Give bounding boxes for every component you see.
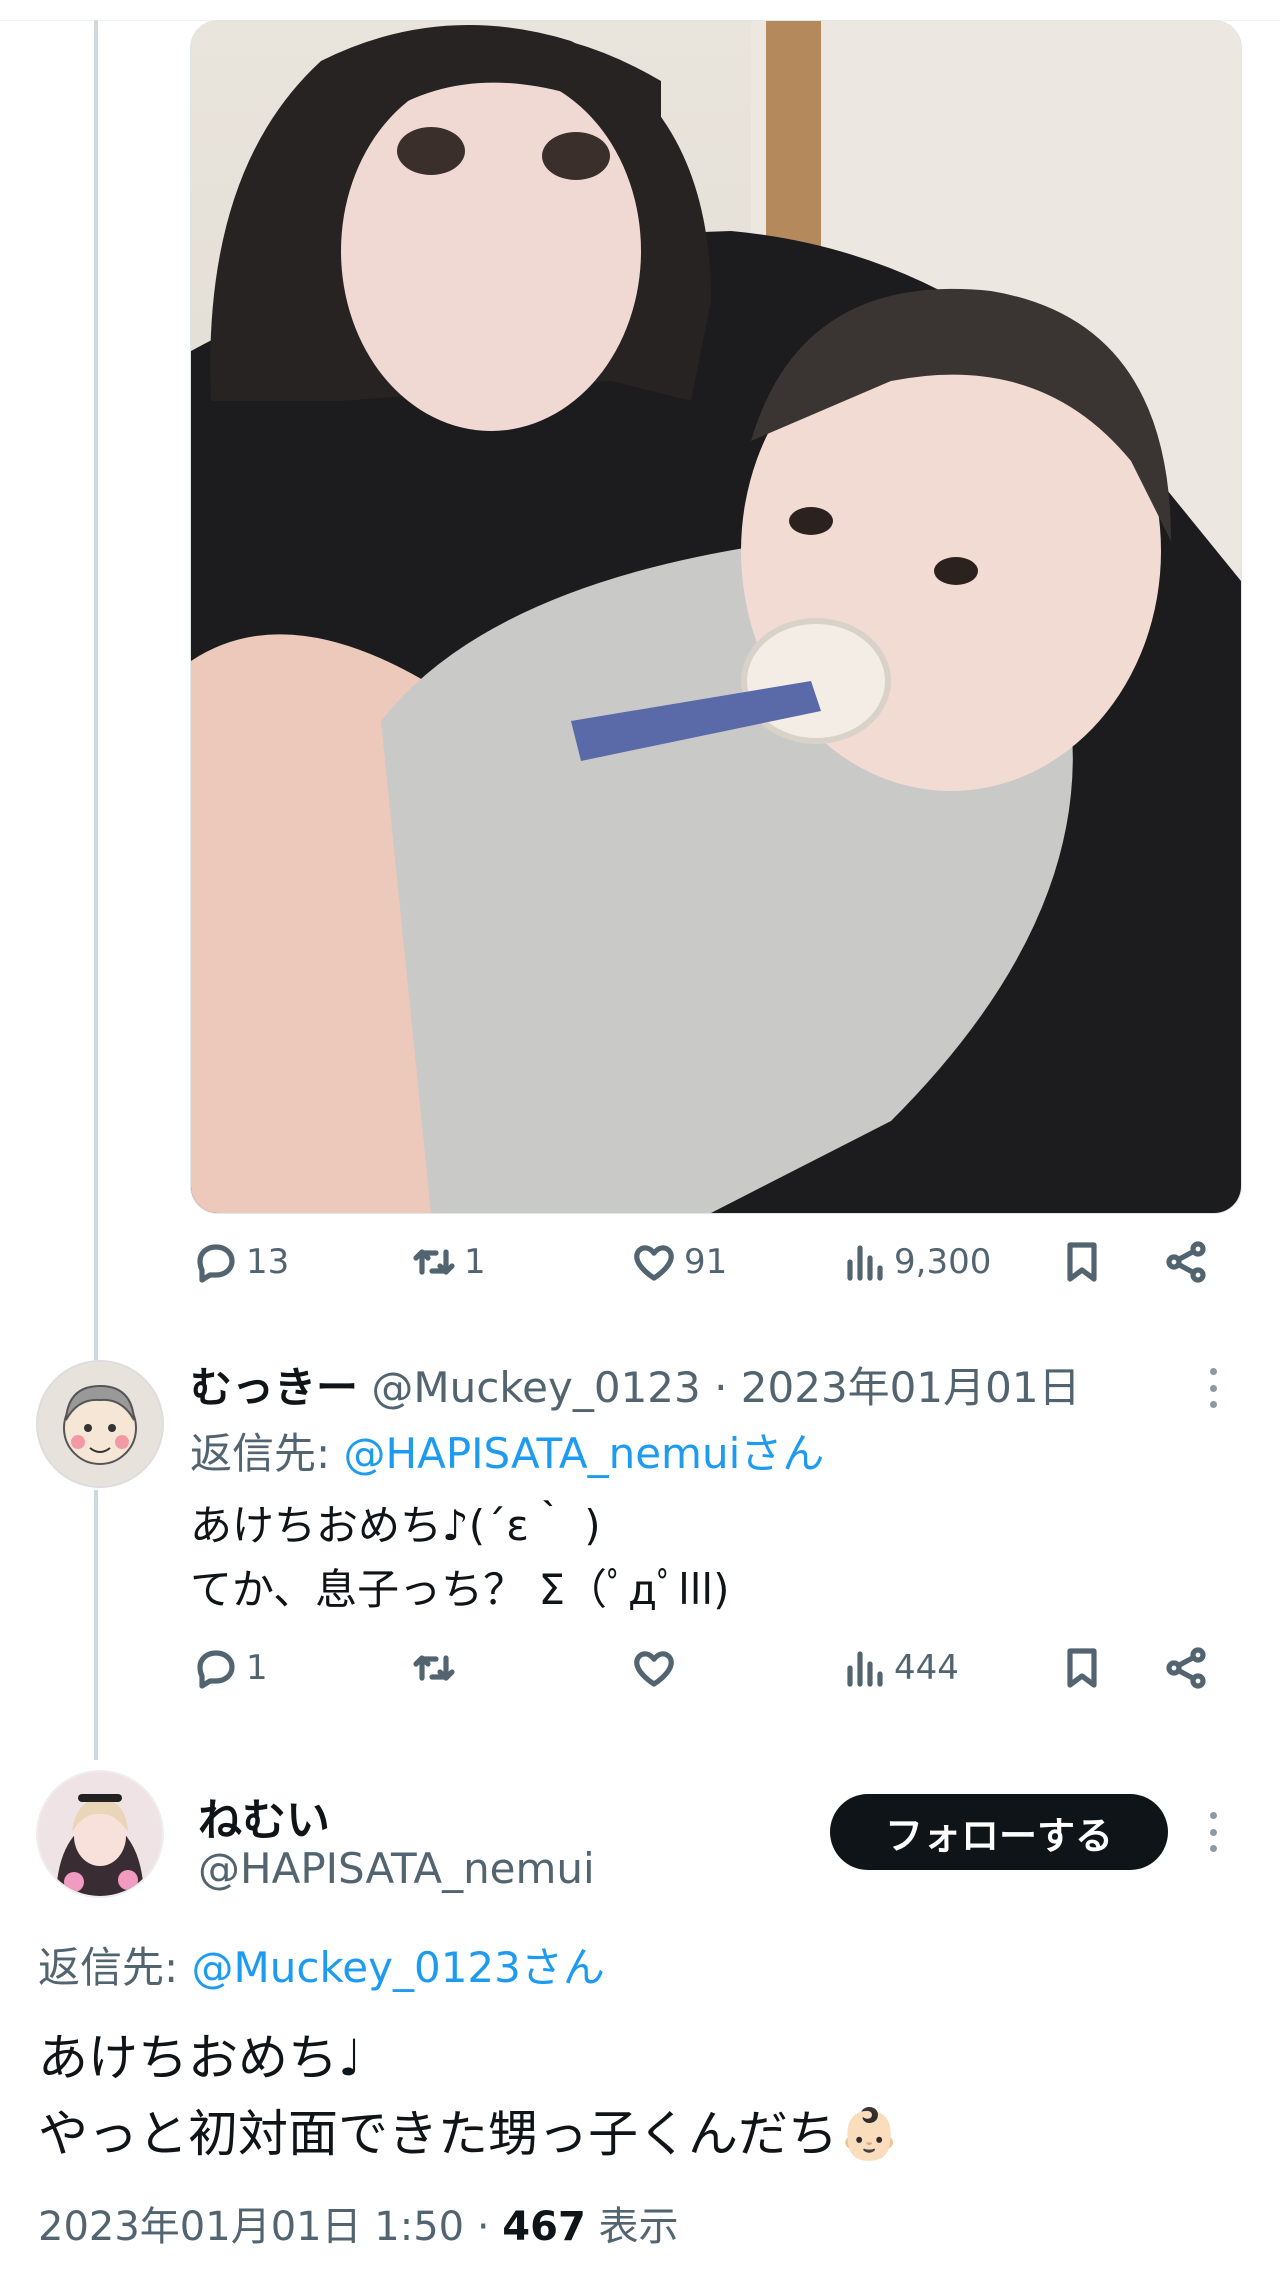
baby-emoji-icon: 👶🏻 xyxy=(838,2105,901,2163)
reply-handle-date[interactable]: @Muckey_0123 · 2023年01月01日 xyxy=(371,1363,1080,1412)
reply-action[interactable]: 13 xyxy=(192,1238,289,1286)
main-view-label: 表示 xyxy=(585,2204,679,2250)
retweet-count: 1 xyxy=(464,1242,486,1282)
cartoon-face-icon xyxy=(63,1384,137,1465)
like-icon xyxy=(634,1245,674,1281)
reply-icon xyxy=(197,1244,235,1283)
bookmark-icon xyxy=(1067,1648,1097,1688)
reply-reply-count: 1 xyxy=(246,1648,268,1688)
reply-icon xyxy=(197,1650,235,1689)
reply-to-handle[interactable]: @HAPISATA_nemuiさん xyxy=(344,1429,825,1478)
bookmark-action[interactable] xyxy=(1058,1238,1106,1286)
reply-reply-action[interactable]: 1 xyxy=(192,1644,268,1692)
views-icon xyxy=(847,1245,883,1281)
reply-to-line: 返信先: @HAPISATA_nemuiさん xyxy=(190,1420,824,1481)
reply-text-line2: てか、息子っち？ Σ（ﾟдﾟlll) xyxy=(190,1565,730,1614)
like-action[interactable]: 91 xyxy=(630,1238,727,1286)
main-more-icon[interactable] xyxy=(1210,1812,1222,1852)
reply-header: むっきー @Muckey_0123 · 2023年01月01日 xyxy=(190,1354,1081,1415)
reply-display-name[interactable]: むっきー xyxy=(190,1363,358,1412)
reply-more-icon[interactable] xyxy=(1210,1368,1222,1408)
share-icon xyxy=(1166,1647,1206,1689)
reply-avatar[interactable] xyxy=(36,1360,164,1488)
profile-photo-icon xyxy=(38,1772,162,1896)
like-icon xyxy=(634,1651,674,1687)
reply-share-action[interactable] xyxy=(1162,1644,1210,1692)
main-text-line2-text: やっと初対面できた甥っ子くんだち xyxy=(38,2105,838,2163)
main-reply-to-handle[interactable]: @Muckey_0123さん xyxy=(192,1943,605,1992)
reply-count: 13 xyxy=(246,1242,290,1282)
reply-like-action[interactable] xyxy=(630,1644,684,1692)
photo-illustration xyxy=(191,21,1241,1213)
main-reply-to-label: 返信先: xyxy=(38,1943,192,1992)
main-text-line2: やっと初対面できた甥っ子くんだち👶🏻 xyxy=(38,2096,900,2172)
tweet-photo[interactable] xyxy=(190,20,1242,1214)
views-icon xyxy=(847,1651,883,1687)
reply-bookmark-action[interactable] xyxy=(1058,1644,1106,1692)
main-avatar[interactable] xyxy=(36,1770,164,1898)
thread-connector-mid xyxy=(94,1490,98,1760)
main-timestamp[interactable]: 2023年01月01日 1:50 · xyxy=(38,2204,502,2250)
main-tweet-meta: 2023年01月01日 1:50 · 467 表示 xyxy=(38,2194,679,2252)
main-text-line1: あけちおめち♩ xyxy=(38,2029,362,2087)
main-handle[interactable]: @HAPISATA_nemui xyxy=(198,1844,595,1893)
retweet-action[interactable]: 1 xyxy=(410,1238,486,1286)
reply-views-action[interactable]: 444 xyxy=(840,1644,959,1692)
main-reply-to-line: 返信先: @Muckey_0123さん xyxy=(38,1934,605,1995)
follow-button[interactable]: フォローする xyxy=(830,1794,1168,1870)
main-tweet-text: あけちおめち♩ やっと初対面できた甥っ子くんだち👶🏻 xyxy=(38,2020,900,2172)
share-action[interactable] xyxy=(1162,1238,1210,1286)
reply-to-label: 返信先: xyxy=(190,1429,344,1478)
reply-text-line1: あけちおめち♪(´ε｀ ) xyxy=(190,1501,601,1550)
share-icon xyxy=(1166,1241,1206,1283)
main-display-name[interactable]: ねむい xyxy=(198,1784,330,1848)
like-count: 91 xyxy=(684,1242,728,1282)
thread-connector-top xyxy=(94,20,98,1360)
views-action[interactable]: 9,300 xyxy=(840,1238,991,1286)
retweet-icon xyxy=(413,1655,455,1681)
reply-retweet-action[interactable] xyxy=(410,1644,464,1692)
view-count: 9,300 xyxy=(894,1242,992,1282)
main-view-count: 467 xyxy=(502,2204,586,2250)
retweet-icon xyxy=(413,1249,455,1275)
reply-text: あけちおめち♪(´ε｀ ) てか、息子っち？ Σ（ﾟдﾟlll) xyxy=(190,1494,729,1622)
bookmark-icon xyxy=(1067,1242,1097,1282)
reply-view-count: 444 xyxy=(894,1648,959,1688)
